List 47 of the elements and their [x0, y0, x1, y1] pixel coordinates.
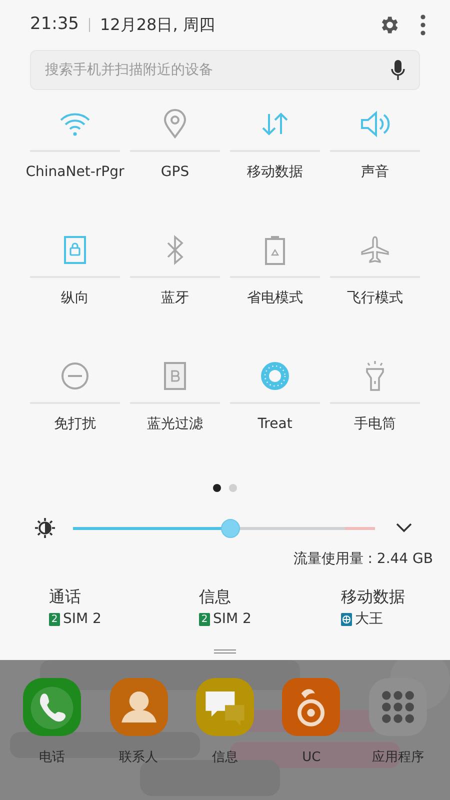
lock-frame-icon[interactable] — [63, 235, 87, 265]
wifi-icon[interactable] — [59, 111, 91, 137]
sim-setting-label[interactable]: 通话 — [49, 586, 199, 608]
app-label[interactable]: 信息 — [212, 748, 238, 768]
chat-bubbles-app-icon[interactable] — [196, 678, 254, 736]
globe-icon — [341, 613, 352, 626]
app-grid-icon[interactable] — [368, 678, 427, 736]
person-app-icon[interactable] — [110, 678, 168, 736]
tile-label[interactable]: 蓝光过滤 — [147, 414, 203, 435]
tile-label[interactable]: 蓝牙 — [161, 288, 189, 309]
sim-value: 大王 — [355, 610, 383, 629]
minus-circle-icon[interactable] — [60, 361, 90, 391]
phone-app-icon[interactable] — [23, 678, 82, 736]
tile-label[interactable]: 移动数据 — [247, 162, 303, 183]
tile-label[interactable]: 纵向 — [61, 288, 89, 309]
microphone-icon[interactable] — [391, 60, 405, 80]
tile-label[interactable]: Treat — [258, 414, 292, 435]
more-options-icon[interactable] — [420, 14, 426, 36]
drag-handle-icon[interactable] — [214, 649, 236, 654]
app-label[interactable]: 应用程序 — [372, 748, 424, 768]
bluetooth-icon[interactable] — [165, 235, 185, 265]
chevron-down-icon[interactable] — [396, 523, 412, 533]
donut-icon[interactable] — [260, 361, 290, 391]
speaker-icon[interactable] — [359, 110, 391, 138]
airplane-icon[interactable] — [360, 235, 390, 265]
date-text: 12月28日, 周四 — [100, 14, 215, 36]
tile-label[interactable]: 飞行模式 — [347, 288, 403, 309]
tile-label[interactable]: 省电模式 — [247, 288, 303, 309]
clock-time: 21:35 — [30, 13, 79, 36]
up-down-arrows-icon[interactable] — [260, 111, 290, 137]
tile-label[interactable]: ChinaNet-rPgr — [26, 162, 124, 183]
sim-setting-label[interactable]: 信息 — [199, 586, 341, 608]
sim-badge: 2 — [49, 613, 60, 626]
sim-value: SIM 2 — [213, 610, 252, 629]
sim-value: SIM 2 — [63, 610, 102, 629]
sim-setting-label[interactable]: 移动数据 — [341, 586, 450, 608]
b-square-icon[interactable] — [163, 361, 187, 391]
battery-icon[interactable] — [264, 235, 286, 265]
tile-label[interactable]: 声音 — [361, 162, 389, 183]
brightness-icon — [35, 518, 55, 538]
tile-label[interactable]: GPS — [160, 162, 190, 183]
sim-badge: 2 — [199, 613, 210, 626]
data-usage-text: 流量使用量 : 2.44 GB — [293, 550, 433, 569]
location-pin-icon[interactable] — [162, 109, 188, 139]
tile-label[interactable]: 免打扰 — [54, 414, 96, 435]
tile-label[interactable]: 手电筒 — [354, 414, 396, 435]
app-label[interactable]: UC — [302, 748, 321, 768]
